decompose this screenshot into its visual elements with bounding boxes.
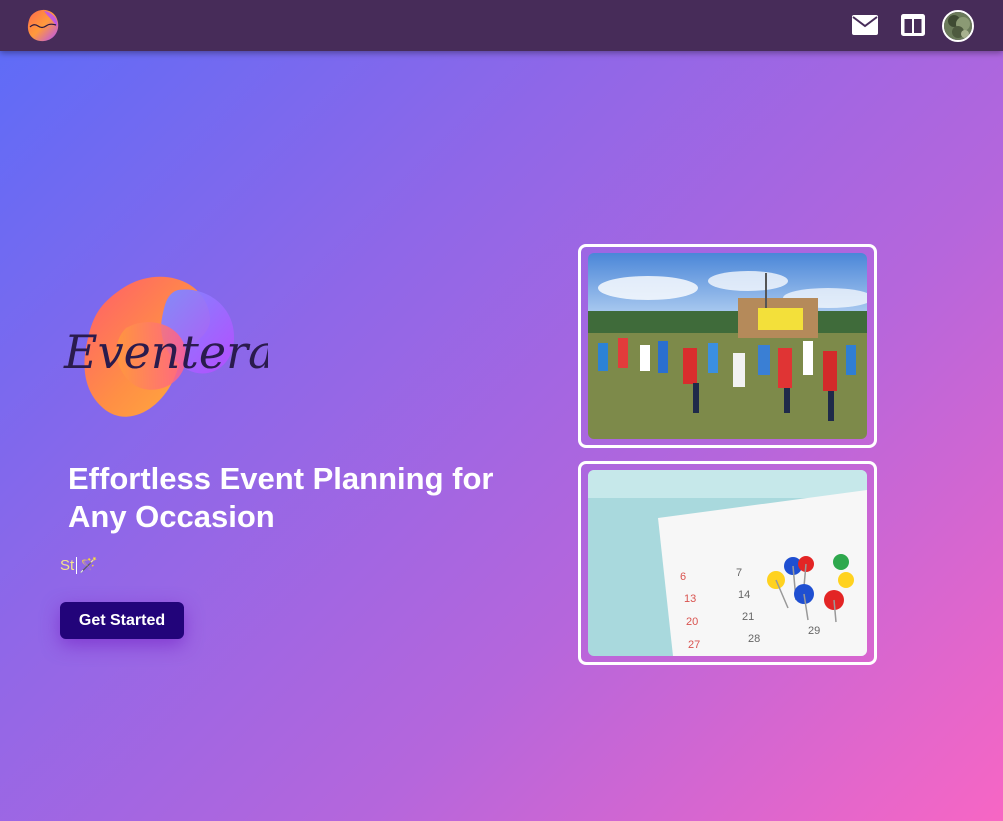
calendar-number: 6	[680, 571, 686, 583]
image-card-calendar: 6 7 13 14 20 21 27 28 29	[578, 461, 877, 665]
outdoor-event-photo	[588, 253, 867, 439]
calendar-number: 28	[748, 633, 760, 645]
calendar-number: 7	[736, 567, 742, 579]
nav-logo[interactable]	[24, 7, 62, 45]
top-navbar	[0, 0, 1003, 51]
text-caret	[76, 556, 78, 574]
board-icon[interactable]	[898, 10, 928, 40]
eventerate-logo: Eventerate	[63, 276, 268, 417]
typing-text: St 🪄	[60, 556, 98, 574]
typing-text-value: St	[60, 556, 75, 574]
image-card-outdoor-event	[578, 244, 877, 448]
calendar-number: 29	[808, 625, 820, 637]
calendar-number: 27	[688, 639, 700, 651]
calendar-number: 14	[738, 589, 750, 601]
get-started-button[interactable]: Get Started	[60, 602, 184, 639]
hero-headline: Effortless Event Planning for Any Occasi…	[68, 461, 494, 534]
calendar-pins-photo: 6 7 13 14 20 21 27 28 29	[588, 470, 867, 656]
user-avatar[interactable]	[942, 10, 974, 42]
magic-wand-icon: 🪄	[79, 557, 98, 574]
calendar-number: 21	[742, 611, 754, 623]
logo-wordmark: Eventerate	[63, 325, 268, 379]
mail-icon[interactable]	[850, 10, 880, 40]
calendar-number: 20	[686, 616, 698, 628]
calendar-number: 13	[684, 593, 696, 605]
